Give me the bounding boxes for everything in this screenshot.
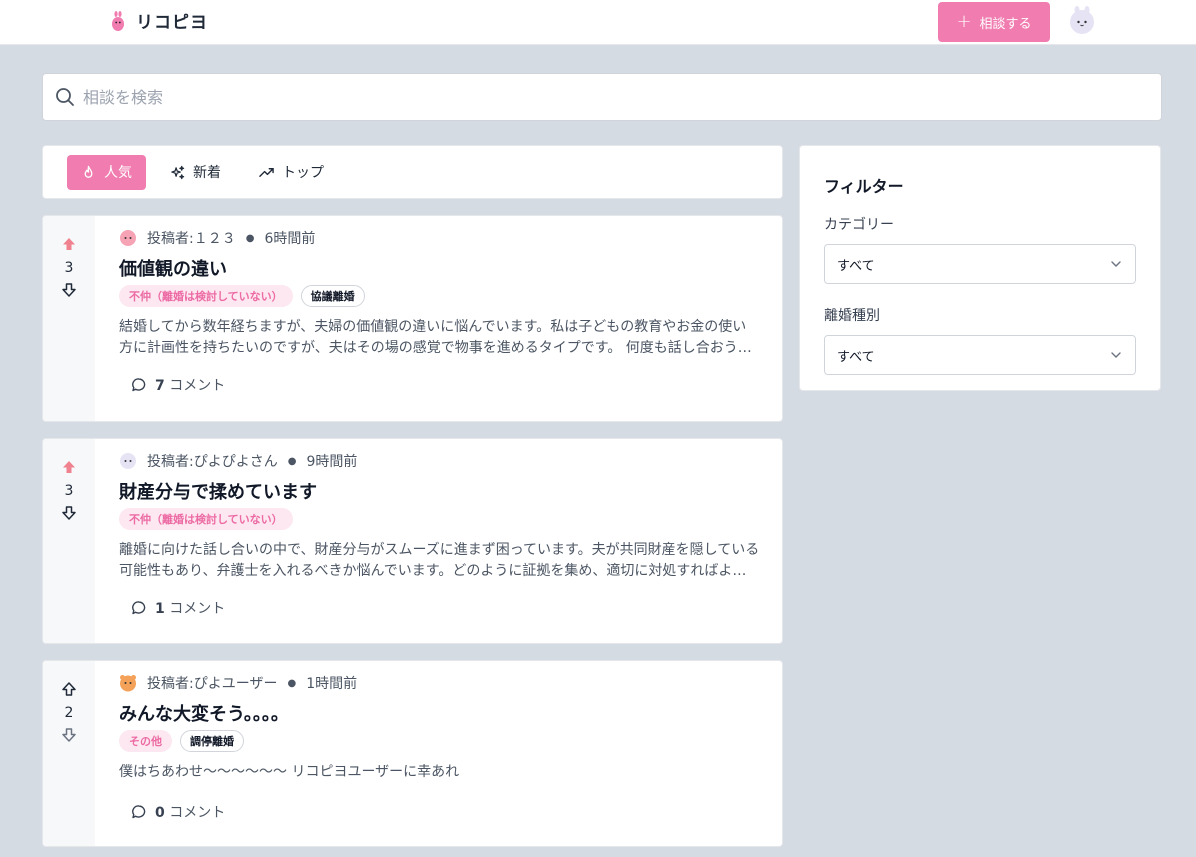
category-label: カテゴリー — [824, 217, 894, 233]
upvote-arrow-icon[interactable] — [61, 459, 77, 475]
app-name: リコピヨ — [136, 13, 208, 33]
new-consultation-button[interactable]: + 相談する — [938, 2, 1050, 42]
vote-count: 2 — [64, 705, 74, 721]
tab-popular[interactable]: 人気 — [67, 154, 146, 190]
author-avatar — [120, 453, 136, 469]
downvote-arrow-icon[interactable] — [61, 727, 77, 743]
search-bar[interactable] — [42, 73, 1162, 121]
category-select[interactable]: すべて — [824, 244, 1136, 284]
chevron-down-icon — [1111, 352, 1121, 358]
separator-dot: ● — [245, 232, 255, 244]
tag-list: 不仲（離婚は検討していない） 協議離婚 — [119, 285, 760, 307]
upvote-arrow-icon[interactable] — [61, 681, 77, 697]
author-prefix: 投稿者: — [147, 454, 194, 470]
post-time: 1時間前 — [306, 676, 358, 692]
tab-popular-label: 人気 — [104, 165, 132, 181]
comment-label: コメント — [169, 805, 226, 821]
filter-title: フィルター — [824, 177, 904, 196]
sparkles-icon — [171, 165, 185, 179]
comment-count: 0 — [155, 805, 165, 821]
top-navigation-bar: リコピヨ + 相談する — [0, 0, 1196, 45]
post-title[interactable]: みんな大変そう。。。。 — [119, 700, 760, 726]
plus-icon: + — [956, 11, 972, 32]
author-avatar — [120, 230, 136, 246]
divorce-type-select-value: すべて — [837, 349, 875, 365]
comment-bubble-icon — [132, 805, 146, 819]
downvote-arrow-icon[interactable] — [61, 505, 77, 521]
category-tag[interactable]: その他 — [119, 730, 172, 752]
tag-list: 不仲（離婚は検討していない） — [119, 508, 760, 530]
post-meta: 投稿者: １２３ ● 6時間前 — [119, 228, 760, 248]
author-name[interactable]: １２３ — [194, 228, 236, 248]
vote-column: 3 — [43, 439, 95, 643]
category-select-value: すべて — [837, 258, 875, 274]
upvote-arrow-icon[interactable] — [61, 236, 77, 252]
author-prefix: 投稿者: — [147, 231, 194, 247]
filter-panel: フィルター カテゴリー すべて 離婚種別 すべて — [799, 145, 1161, 391]
post-time: 6時間前 — [264, 231, 316, 247]
comments-link[interactable]: 0 コメント — [131, 802, 760, 822]
post-title[interactable]: 価値観の違い — [119, 255, 760, 281]
author-avatar — [120, 675, 136, 692]
vote-column: 2 — [43, 661, 95, 846]
divorce-type-label: 離婚種別 — [824, 308, 880, 324]
comment-label: コメント — [169, 601, 226, 617]
sort-tabs: 人気 新着 トップ — [42, 145, 783, 199]
tab-top-label: トップ — [282, 165, 324, 181]
user-avatar[interactable] — [1066, 5, 1098, 37]
post-content: 投稿者: ぴよユーザー ● 1時間前 みんな大変そう。。。。 その他 調停離婚 … — [119, 673, 760, 822]
separator-dot: ● — [287, 677, 297, 689]
tab-new-label: 新着 — [193, 165, 221, 181]
author-name[interactable]: ぴよぴよさん — [194, 451, 278, 471]
post-card[interactable]: 3 投稿者: ぴよぴよさん ● 9時間前 財産分与で揉めています 不仲（離婚は検… — [42, 438, 783, 644]
search-icon — [56, 88, 74, 106]
tab-top[interactable]: トップ — [245, 155, 338, 190]
author-name[interactable]: ぴよユーザー — [194, 673, 278, 693]
divorce-type-tag[interactable]: 調停離婚 — [180, 730, 244, 752]
comment-bubble-icon — [132, 378, 146, 392]
comments-link[interactable]: 7 コメント — [131, 375, 760, 395]
post-time: 9時間前 — [306, 454, 358, 470]
trending-up-icon — [259, 167, 274, 177]
comments-link[interactable]: 1 コメント — [131, 598, 760, 618]
divorce-type-select[interactable]: すべて — [824, 335, 1136, 375]
category-tag[interactable]: 不仲（離婚は検討していない） — [119, 285, 293, 307]
vote-count: 3 — [64, 483, 74, 499]
app-logo[interactable]: リコピヨ — [110, 8, 208, 33]
comment-bubble-icon — [132, 601, 146, 615]
comment-count: 7 — [155, 378, 165, 394]
post-meta: 投稿者: ぴよユーザー ● 1時間前 — [119, 673, 760, 693]
post-excerpt: 僕はちあわせ〜〜〜〜〜〜 リコピヨユーザーに幸あれ — [119, 764, 460, 780]
category-tag[interactable]: 不仲（離婚は検討していない） — [119, 508, 293, 530]
post-title[interactable]: 財産分与で揉めています — [119, 478, 760, 504]
new-consultation-label: 相談する — [979, 16, 1032, 32]
flame-icon — [84, 165, 93, 178]
vote-count: 3 — [64, 260, 74, 276]
post-meta: 投稿者: ぴよぴよさん ● 9時間前 — [119, 451, 760, 471]
search-input[interactable] — [83, 87, 1133, 107]
post-card[interactable]: 3 投稿者: １２３ ● 6時間前 価値観の違い 不仲（離婚は検討していない） … — [42, 215, 783, 422]
post-content: 投稿者: ぴよぴよさん ● 9時間前 財産分与で揉めています 不仲（離婚は検討し… — [119, 451, 760, 618]
tag-list: その他 調停離婚 — [119, 730, 760, 752]
tab-new[interactable]: 新着 — [156, 155, 235, 190]
post-card[interactable]: 2 投稿者: ぴよユーザー ● 1時間前 みんな大変そう。。。。 その他 調停離… — [42, 660, 783, 847]
post-excerpt: 離婚に向けた話し合いの中で、財産分与がスムーズに進まず困っています。夫が共同財産… — [119, 542, 760, 579]
vote-column: 3 — [43, 216, 95, 421]
post-content: 投稿者: １２３ ● 6時間前 価値観の違い 不仲（離婚は検討していない） 協議… — [119, 228, 760, 395]
divorce-type-tag[interactable]: 協議離婚 — [300, 285, 365, 307]
comment-count: 1 — [155, 601, 165, 617]
chick-logo-icon — [112, 10, 124, 31]
separator-dot: ● — [287, 455, 297, 467]
author-prefix: 投稿者: — [147, 676, 194, 692]
downvote-arrow-icon[interactable] — [61, 282, 77, 298]
post-excerpt: 結婚してから数年経ちますが、夫婦の価値観の違いに悩んでいます。私は子どもの教育や… — [119, 319, 752, 356]
comment-label: コメント — [169, 378, 226, 394]
chevron-down-icon — [1111, 261, 1121, 267]
